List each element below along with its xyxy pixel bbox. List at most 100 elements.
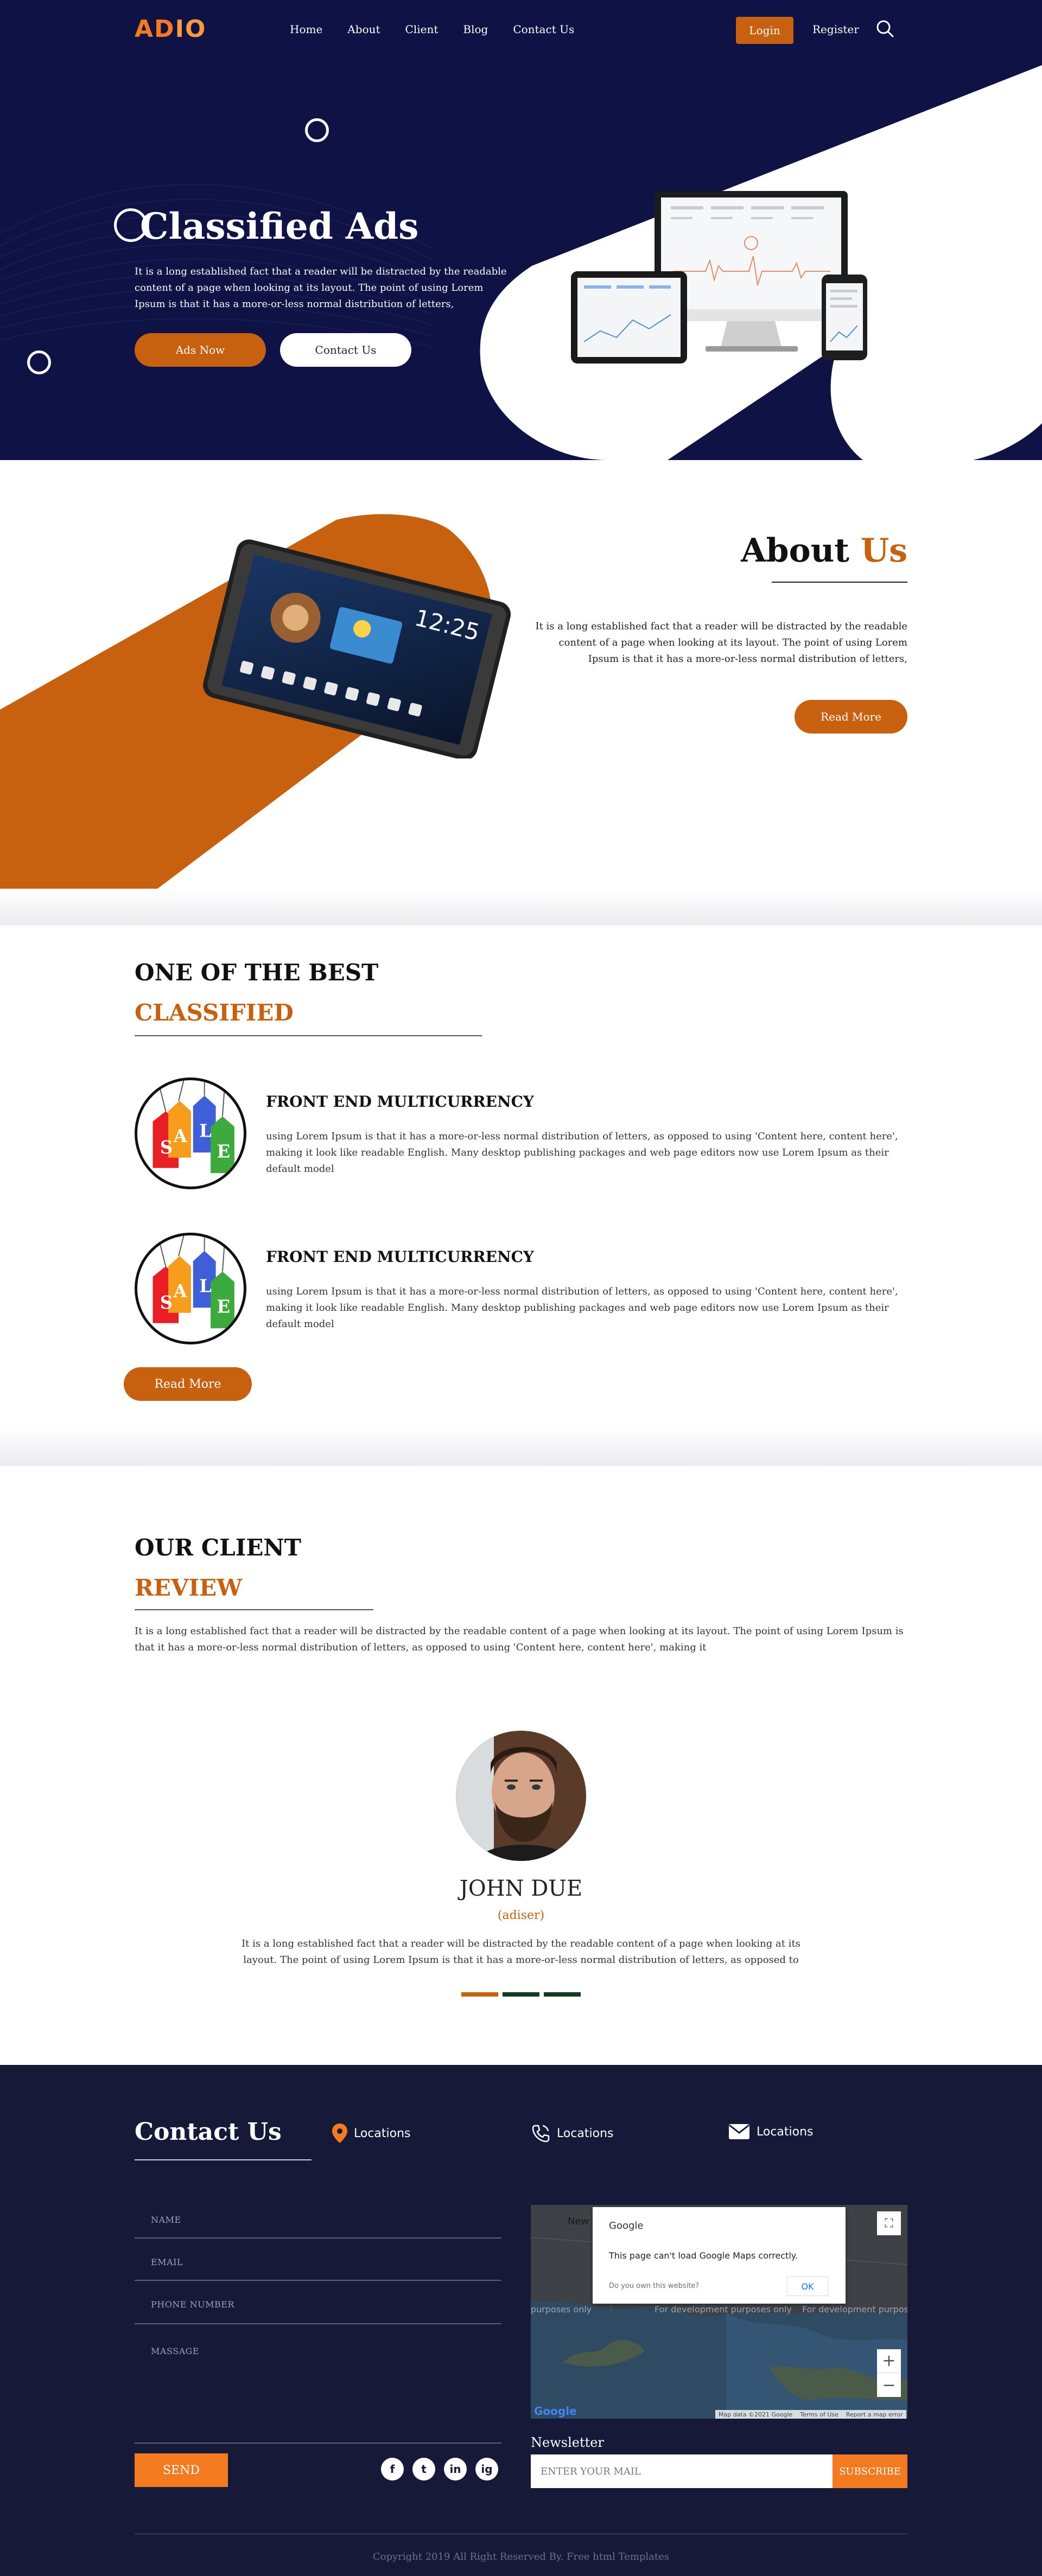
about-title-word1: About [741,532,849,570]
client-subheading: REVIEW [135,1574,243,1601]
map-dialog-brand: Google [609,2220,644,2231]
feature-item: S A L E FRONT END MULTICURRENCY using Lo… [135,1077,907,1191]
location-label: Locations [557,2126,614,2140]
feature-title: FRONT END MULTICURRENCY [266,1248,534,1266]
logo[interactable]: ADIO [135,15,206,43]
map-terms-link[interactable]: Terms of Use [800,2411,838,2418]
hero-title: Classified Ads [140,205,419,247]
tag-letter-a: A [173,1126,188,1146]
best-divider [135,1035,482,1036]
carousel-dot[interactable] [503,1992,539,1997]
feature-item: S A L E FRONT END MULTICURRENCY using Lo… [135,1233,907,1347]
devices-illustration [571,191,867,364]
client-role: (adiser) [497,1909,545,1922]
decor-ring [27,350,51,374]
fullscreen-icon[interactable]: ⛶ [877,2211,901,2235]
carousel-indicators [461,1992,581,1997]
twitter-icon[interactable]: t [412,2458,435,2481]
best-heading: ONE OF THE BEST [135,959,379,986]
ads-now-button[interactable]: Ads Now [135,333,266,367]
about-text: It is a long established fact that a rea… [535,621,907,665]
register-link[interactable]: Register [812,23,859,36]
map-label-new: New [568,2216,589,2227]
tag-letter-e: E [217,1142,231,1162]
tag-letter-e: E [217,1297,231,1317]
carousel-dot[interactable] [544,1992,581,1997]
map-dialog-ok-button[interactable]: OK [787,2277,828,2296]
carousel-dot[interactable] [461,1992,498,1997]
about-title-word2: Us [860,532,907,570]
logo-part1: AD [135,15,175,43]
location-item[interactable]: Locations [332,2124,411,2143]
avatar [456,1731,586,1861]
tag-letter-l: L [199,1121,212,1142]
about-title: About Us [741,532,907,570]
tag-letter-l: L [199,1276,212,1297]
about-section: 12:25 About Us It is a long established … [0,460,1042,926]
logo-part2: IO [175,15,207,43]
location-item[interactable]: Locations [728,2124,814,2140]
location-item[interactable]: Locations [531,2124,614,2143]
best-read-more-button[interactable]: Read More [124,1367,252,1401]
nav-menu: Home About Client Blog Contact Us [290,23,599,36]
section-fade [0,889,1042,926]
decor-ring [305,118,329,142]
subscribe-button[interactable]: SUBSCRIBE [833,2454,907,2488]
footer-section: Contact Us Locations Locations Locations… [0,2065,1042,2576]
client-heading: OUR CLIENT [135,1534,302,1561]
client-divider [135,1609,373,1610]
map-attribution: Map data ©2021 Google Terms of Use Repor… [715,2410,906,2419]
client-review-section: OUR CLIENT REVIEW It is a long establish… [0,1466,1042,2065]
location-label: Locations [757,2125,814,2139]
about-read-more-button[interactable]: Read More [795,700,907,734]
search-icon[interactable] [876,20,894,38]
map-label-dev: For development purposes [802,2304,907,2314]
contact-us-button[interactable]: Contact Us [280,333,411,367]
map-dialog-question[interactable]: Do you own this website? [609,2282,699,2290]
send-button[interactable]: SEND [135,2453,228,2487]
hero-text: It is a long established fact that a rea… [135,266,507,310]
newsletter-email-input[interactable]: ENTER YOUR MAIL [531,2454,833,2488]
best-classified-section: ONE OF THE BEST CLASSIFIED S A L E FRONT… [0,926,1042,1466]
tag-letter-s: S [160,1292,173,1313]
facebook-icon[interactable]: f [381,2458,404,2481]
top-nav: ADIO Home About Client Blog Contact Us L… [0,0,1042,61]
about-divider [772,582,907,583]
feature-text: using Lorem Ipsum is that it has a more-… [266,1286,898,1330]
message-field[interactable]: MASSAGE [135,2346,501,2444]
nav-blog[interactable]: Blog [463,23,488,36]
google-map[interactable]: New purposes only For development purpos… [531,2205,907,2419]
map-report-link[interactable]: Report a map error [846,2411,903,2418]
name-field[interactable]: NAME [135,2215,501,2239]
nav-about[interactable]: About [347,23,380,36]
zoom-in-button[interactable]: + [877,2349,901,2373]
section-fade [0,1428,1042,1466]
phone-field[interactable]: PHONE NUMBER [135,2299,501,2324]
nav-client[interactable]: Client [405,23,439,36]
map-label-dev: purposes only [531,2304,592,2314]
instagram-icon[interactable]: ig [475,2458,498,2481]
zoom-out-button[interactable]: − [877,2373,901,2397]
sale-tags-icon: S A L E [135,1077,246,1189]
best-subheading: CLASSIFIED [135,999,294,1026]
login-button[interactable]: Login [736,17,793,44]
sale-tags-icon: S A L E [135,1233,246,1344]
client-name: JOHN DUE [459,1876,583,1901]
map-dialog-message: This page can't load Google Maps correct… [609,2250,798,2261]
tag-letter-s: S [160,1137,173,1158]
contact-divider [135,2159,312,2160]
newsletter-title: Newsletter [531,2435,604,2450]
email-field[interactable]: EMAIL [135,2257,501,2281]
tablet-image: 12:25 [203,539,511,758]
tag-letter-a: A [173,1281,188,1302]
location-label: Locations [354,2126,411,2140]
google-logo-text: Google [534,2405,577,2418]
google-logo: Google [534,2405,577,2418]
map-data-credit: Map data ©2021 Google [719,2411,793,2418]
feature-title: FRONT END MULTICURRENCY [266,1093,534,1111]
linkedin-icon[interactable]: in [444,2458,467,2481]
nav-contact[interactable]: Contact Us [513,23,574,36]
nav-home[interactable]: Home [290,23,322,36]
feature-text: using Lorem Ipsum is that it has a more-… [266,1131,898,1175]
map-pin-icon [332,2124,347,2143]
